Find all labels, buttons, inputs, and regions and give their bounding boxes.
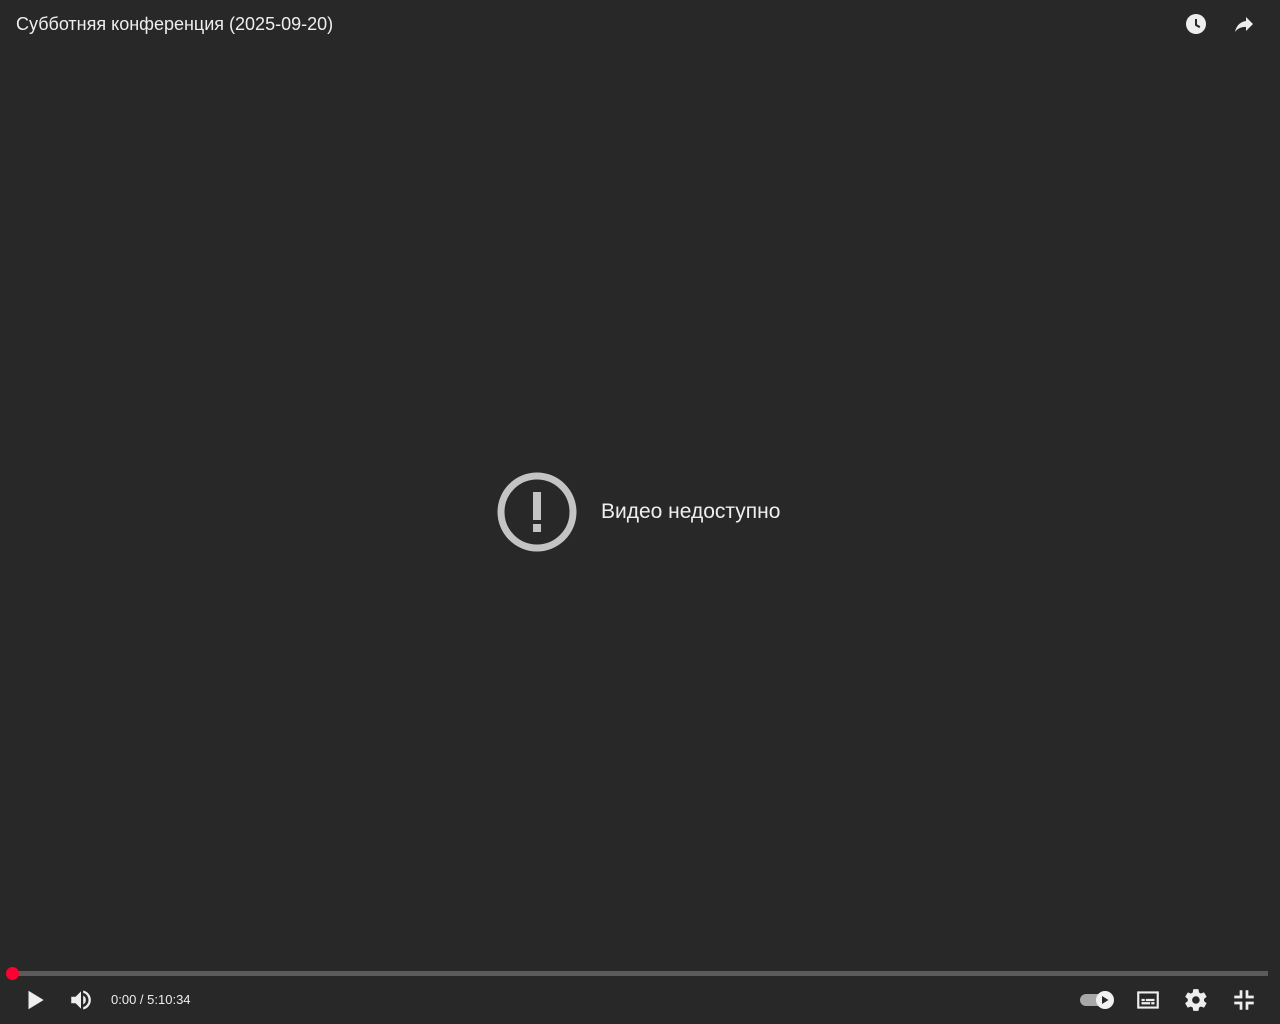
video-player[interactable]: Субботняя конференция (2025-09-20) Видео…: [0, 0, 1280, 1024]
subtitles-button[interactable]: [1132, 984, 1164, 1016]
volume-icon: [71, 990, 91, 1010]
duration: 5:10:34: [147, 992, 191, 1007]
share-arrow-icon: [1235, 17, 1253, 32]
exclamation-circle-icon: [497, 472, 577, 552]
current-time: 0:00: [111, 992, 137, 1007]
error-panel: Видео недоступно: [497, 472, 780, 552]
subtitles-icon: [1137, 991, 1159, 1009]
time-separator: /: [136, 992, 148, 1007]
gear-icon: [1185, 989, 1207, 1011]
clock-icon: [1186, 14, 1206, 34]
settings-button[interactable]: [1180, 984, 1212, 1016]
exit-fullscreen-button[interactable]: [1228, 984, 1260, 1016]
progress-bar[interactable]: [6, 967, 1268, 980]
autoplay-toggle[interactable]: [1080, 990, 1116, 1010]
play-icon: [28, 990, 44, 1010]
play-button[interactable]: [19, 984, 51, 1016]
video-title[interactable]: Субботняя конференция (2025-09-20): [16, 13, 333, 35]
volume-button[interactable]: [65, 984, 97, 1016]
autoplay-icon: [1080, 991, 1114, 1009]
time-display: 0:00 / 5:10:34: [111, 992, 191, 1008]
progress-scrubber[interactable]: [6, 967, 19, 980]
watch-later-button[interactable]: [1180, 8, 1212, 40]
top-bar: Субботняя конференция (2025-09-20): [0, 0, 1280, 48]
exit-fullscreen-icon: [1234, 990, 1254, 1010]
error-message: Видео недоступно: [601, 500, 781, 523]
share-button[interactable]: [1228, 8, 1260, 40]
